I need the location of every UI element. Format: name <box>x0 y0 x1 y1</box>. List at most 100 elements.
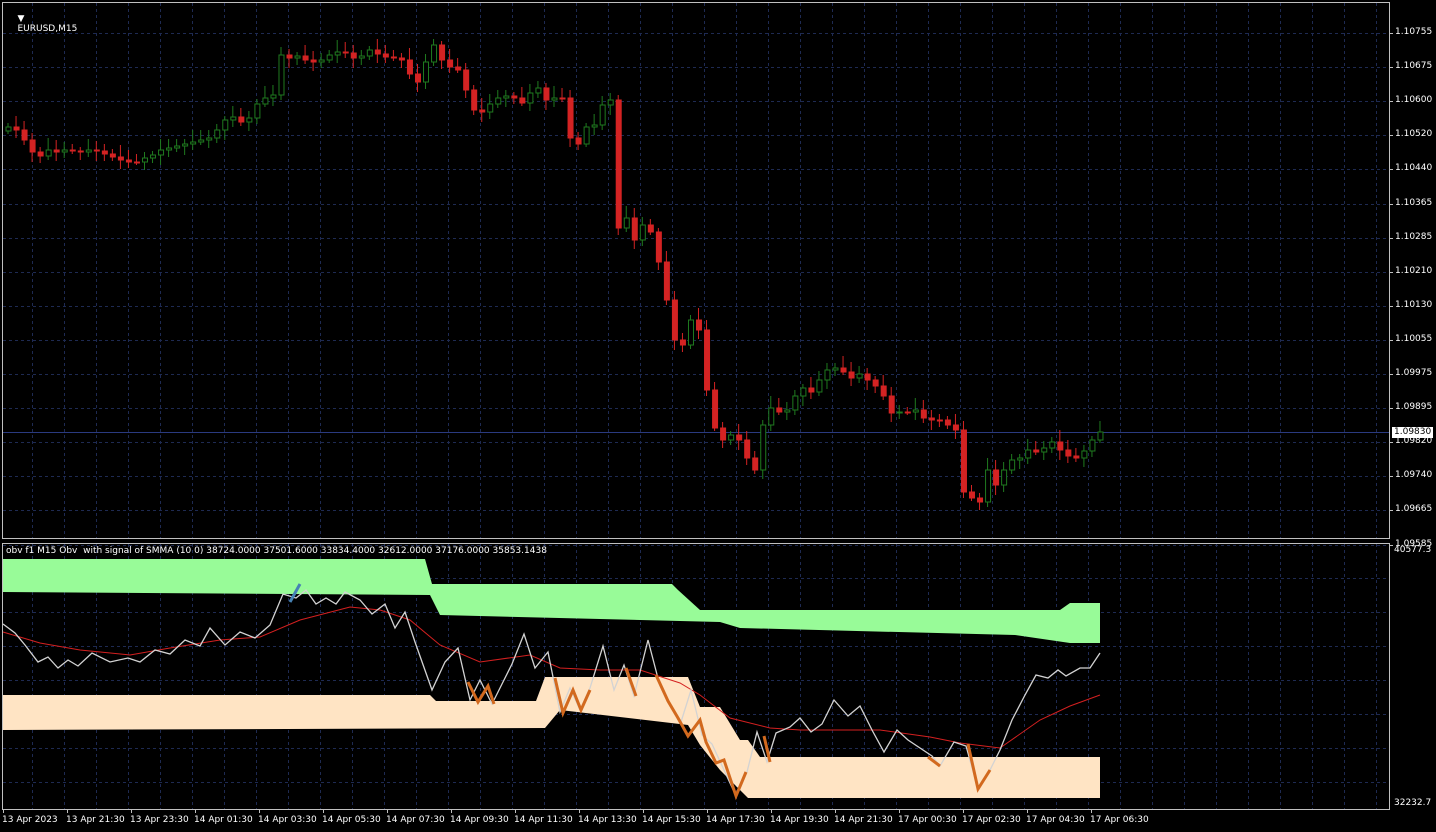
candle <box>1017 457 1024 461</box>
candle <box>631 217 638 241</box>
candle <box>230 116 237 121</box>
candle <box>679 339 686 346</box>
candle <box>720 427 727 441</box>
candle <box>342 51 349 54</box>
candle <box>591 124 598 128</box>
candle <box>977 497 984 503</box>
time-axis-label: 14 Apr 19:30 <box>770 815 829 825</box>
price-axis-label: 1.10365 <box>1395 198 1433 208</box>
candle <box>728 434 735 441</box>
candle <box>246 117 253 123</box>
candle <box>29 139 36 153</box>
candle <box>1009 459 1016 471</box>
candle <box>21 129 28 141</box>
candle <box>760 424 767 471</box>
candle <box>222 119 229 131</box>
candle <box>447 59 454 68</box>
candle <box>840 367 847 373</box>
candle <box>366 49 373 57</box>
candle <box>198 139 205 143</box>
candle <box>752 457 759 471</box>
candle <box>141 157 148 163</box>
candle <box>334 51 341 56</box>
candle <box>238 116 245 123</box>
candle <box>463 69 470 91</box>
chart-window[interactable]: ▼ EURUSD,M15 obv f1 M15 Obv with signal … <box>0 0 1436 832</box>
candle <box>936 419 943 422</box>
time-axis-label: 14 Apr 17:30 <box>706 815 765 825</box>
price-axis-label: 1.10520 <box>1395 129 1433 139</box>
candle <box>69 149 76 152</box>
candle <box>543 87 550 101</box>
candle <box>639 224 646 241</box>
candle <box>824 369 831 381</box>
candle <box>101 150 108 155</box>
indicator-scale-min: 32232.7 <box>1394 798 1432 808</box>
price-axis-label: 1.10285 <box>1395 232 1433 242</box>
candle <box>270 94 277 99</box>
candle <box>382 53 389 58</box>
main-chart-frame <box>2 2 1390 539</box>
candle <box>832 367 839 371</box>
price-axis-label: 1.09740 <box>1395 470 1433 480</box>
candle <box>920 409 927 419</box>
candle <box>985 469 992 503</box>
candle <box>687 319 694 346</box>
time-axis-label: 14 Apr 01:30 <box>194 815 253 825</box>
candle <box>567 97 574 139</box>
time-axis-label: 14 Apr 05:30 <box>322 815 381 825</box>
candle <box>535 87 542 94</box>
candle <box>880 385 887 397</box>
candle <box>784 409 791 413</box>
lower-band <box>3 677 1100 798</box>
indicator-title: obv f1 M15 Obv with signal of SMMA (10 0… <box>6 546 547 556</box>
candle <box>294 55 301 59</box>
price-axis-label: 1.10755 <box>1395 27 1433 37</box>
chart-canvas[interactable] <box>0 0 1436 832</box>
candle <box>800 387 807 397</box>
candle <box>439 44 446 61</box>
candle <box>792 395 799 411</box>
candle <box>776 407 783 413</box>
candle <box>479 109 486 113</box>
candle <box>190 141 197 145</box>
candle <box>696 319 703 331</box>
candle <box>206 137 213 141</box>
candle <box>993 469 1000 486</box>
candle <box>1081 450 1088 459</box>
candle <box>663 261 670 301</box>
candle <box>214 129 221 139</box>
candle <box>326 54 333 61</box>
candle <box>125 159 132 163</box>
candle <box>390 56 397 59</box>
candle <box>744 439 751 459</box>
candle <box>350 52 357 59</box>
candle <box>286 54 293 59</box>
candle <box>310 59 317 63</box>
candle <box>944 419 951 426</box>
candle <box>423 61 430 83</box>
candle <box>888 395 895 414</box>
candle <box>455 66 462 71</box>
time-axis-label: 17 Apr 04:30 <box>1026 815 1085 825</box>
candle <box>960 429 967 493</box>
time-axis-label: 13 Apr 2023 <box>2 815 58 825</box>
candle <box>85 149 92 153</box>
price-axis-label: 1.09665 <box>1395 504 1433 514</box>
candle <box>856 373 863 379</box>
candle <box>623 217 630 229</box>
time-axis-label: 13 Apr 23:30 <box>130 815 189 825</box>
candle <box>1057 441 1064 451</box>
candle <box>599 104 606 126</box>
candle <box>969 491 976 499</box>
candle <box>471 89 478 111</box>
candle <box>527 92 534 104</box>
candle <box>808 387 815 393</box>
collapse-triangle-icon[interactable]: ▼ <box>17 14 24 24</box>
candle <box>736 434 743 441</box>
candle <box>278 54 285 96</box>
candle <box>398 57 405 61</box>
candle <box>37 151 44 157</box>
candle <box>414 73 421 83</box>
candle <box>1033 449 1040 453</box>
